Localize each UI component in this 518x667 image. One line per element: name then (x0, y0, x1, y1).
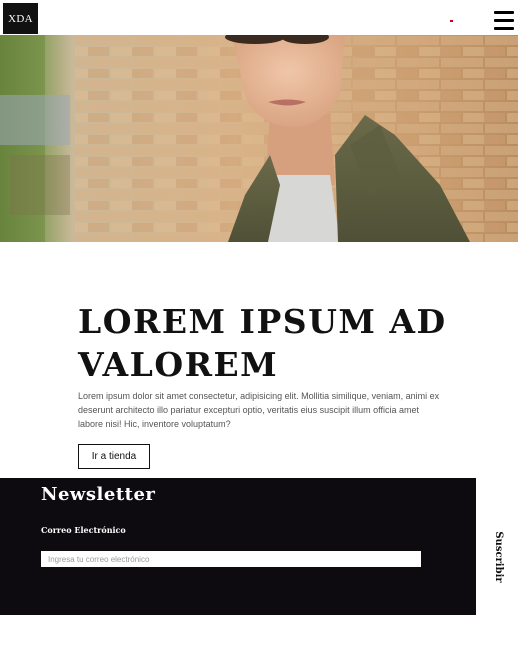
email-field[interactable] (41, 551, 421, 567)
email-label: Correo Electrónico (41, 525, 126, 535)
go-to-store-button[interactable]: Ir a tienda (78, 444, 150, 469)
newsletter-title: Newsletter (41, 484, 156, 505)
hero-image (0, 35, 518, 242)
hamburger-menu-icon[interactable] (494, 11, 514, 30)
logo[interactable]: XDA (3, 3, 38, 34)
subscribe-button[interactable]: Suscribir (491, 529, 505, 585)
promo-description: Lorem ipsum dolor sit amet consectetur, … (78, 391, 440, 429)
promo-title: LOREM IPSUM AD VALOREM (78, 302, 447, 384)
hero-photo (0, 35, 518, 242)
indicator-dot (450, 20, 453, 22)
subscribe-label: Suscribir (493, 531, 504, 583)
page: XDA LOREM IPSUM AD VALOREM Lorem ipsum d… (0, 0, 518, 667)
top-navbar: XDA (0, 0, 518, 35)
newsletter-section: Newsletter Correo Electrónico (0, 478, 476, 615)
